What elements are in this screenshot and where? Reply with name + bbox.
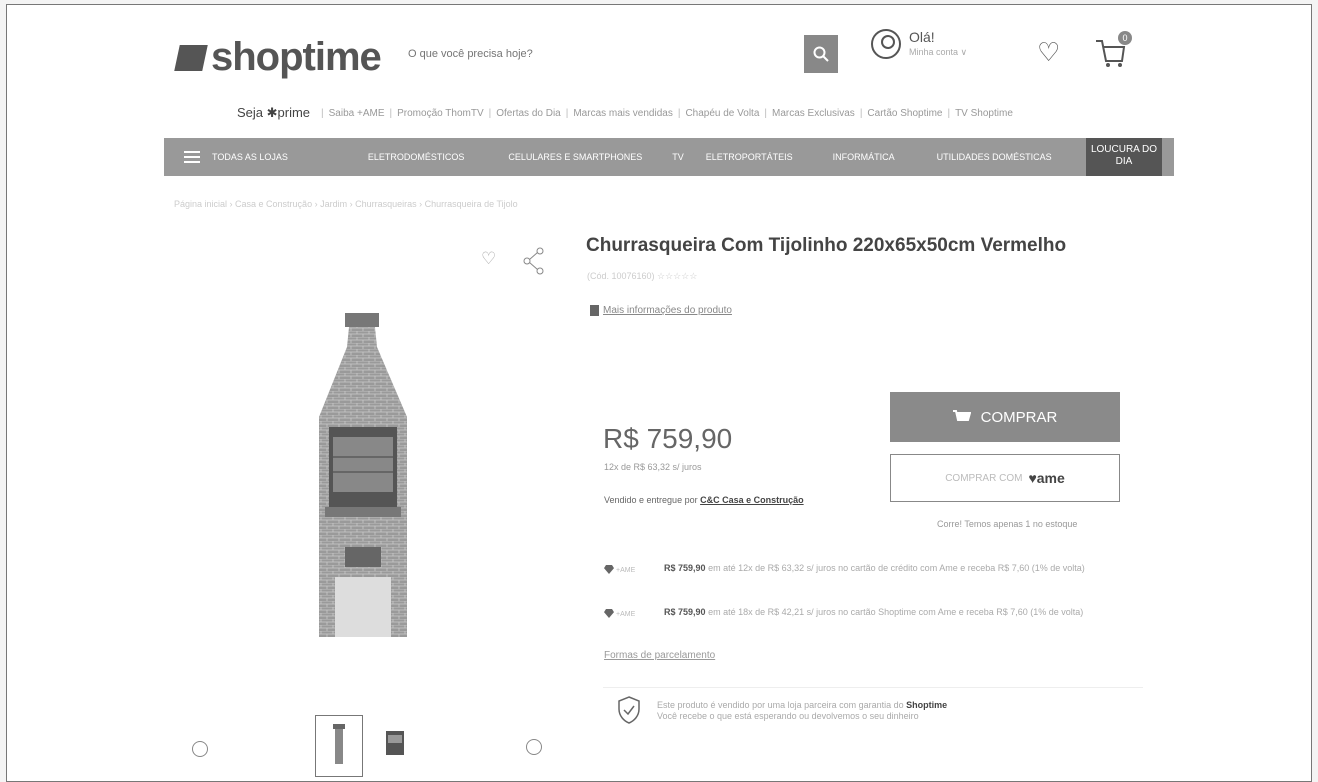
ame-logo: ♥ame [1028, 470, 1065, 486]
product-title: Churrasqueira Com Tijolinho 220x65x50cm … [586, 235, 1067, 256]
subnav-link[interactable]: Marcas Exclusivas [772, 108, 855, 119]
shoptime-logo[interactable]: shoptime [174, 35, 382, 80]
nav-all-stores[interactable]: TODAS AS LOJAS [212, 152, 288, 162]
logo-mark-icon [174, 44, 208, 71]
subnav-link[interactable]: TV Shoptime [955, 108, 1013, 119]
search-input[interactable] [400, 35, 804, 73]
subnav-link[interactable]: Ofertas do Dia [496, 108, 560, 119]
nav-housewares[interactable]: UTILIDADES DOMÉSTICAS [937, 152, 1052, 162]
search-bar [400, 35, 845, 73]
nav-appliances[interactable]: ELETRODOMÉSTICOS [368, 152, 465, 162]
account-menu[interactable]: Minha conta ∨ [909, 47, 967, 58]
subnav-link[interactable]: Promoção ThomTV [397, 108, 484, 119]
document-icon [590, 305, 599, 316]
cart-icon [952, 410, 971, 421]
product-code-rating: (Cód. 10076160) ☆☆☆☆☆ [587, 271, 698, 281]
guarantee-box: Este produto é vendido por uma loja parc… [603, 687, 1143, 737]
installments-text: 12x de R$ 63,32 s/ juros [604, 462, 702, 472]
nav-portables[interactable]: ELETROPORTÁTEIS [706, 152, 793, 162]
nav-phones[interactable]: CELULARES E SMARTPHONES [508, 152, 642, 162]
gallery-next-button[interactable] [526, 739, 542, 755]
seller-info: Vendido e entregue por C&C Casa e Constr… [604, 495, 804, 505]
page-frame: shoptime Olá! Minha conta ∨ ♡ 0 Seja ✱pr… [6, 4, 1312, 782]
subnav-link[interactable]: Cartão Shoptime [867, 108, 942, 119]
prime-link[interactable]: Seja ✱prime [237, 105, 310, 121]
product-image[interactable] [315, 307, 435, 637]
buy-button[interactable]: COMPRAR [890, 392, 1120, 442]
thumbnail-2[interactable] [372, 715, 420, 777]
seller-link[interactable]: C&C Casa e Construção [700, 495, 804, 505]
greeting: Olá! [909, 29, 935, 45]
gallery-prev-button[interactable] [192, 741, 208, 757]
search-icon [813, 46, 829, 62]
thumbnail-1[interactable] [315, 715, 363, 777]
buy-with-ame-button[interactable]: COMPRAR COM ♥ame [890, 454, 1120, 502]
daily-deal-tab[interactable]: LOUCURA DO DIA [1086, 138, 1162, 176]
ame-offer-2: +AME R$ 759,90 em até 18x de R$ 42,21 s/… [604, 607, 1144, 618]
secondary-nav: Seja ✱prime | Saiba +AME | Promoção Thom… [237, 105, 1013, 121]
breadcrumb[interactable]: Página inicial › Casa e Construção › Jar… [174, 199, 518, 209]
payment-options-link[interactable]: Formas de parcelamento [604, 650, 715, 661]
wishlist-heart-icon[interactable]: ♡ [1037, 37, 1060, 68]
shield-check-icon [618, 696, 640, 724]
share-icon[interactable] [523, 247, 545, 275]
menu-icon[interactable] [184, 151, 200, 163]
search-button[interactable] [804, 35, 838, 73]
ame-gem-icon [604, 609, 614, 618]
more-info-link[interactable]: Mais informações do produto [590, 305, 732, 316]
subnav-link[interactable]: Chapéu de Volta [685, 108, 759, 119]
nav-computing[interactable]: INFORMÁTICA [833, 152, 895, 162]
subnav-link[interactable]: Saiba +AME [329, 108, 385, 119]
category-nav: TODAS AS LOJAS ELETRODOMÉSTICOS CELULARE… [164, 138, 1174, 176]
cart-count-badge: 0 [1118, 31, 1132, 45]
ame-offer-1: +AME R$ 759,90 em até 12x de R$ 63,32 s/… [604, 563, 1144, 574]
favorite-heart-icon[interactable]: ♡ [481, 249, 496, 269]
user-account[interactable]: Olá! Minha conta ∨ [871, 29, 967, 59]
ame-gem-icon [604, 565, 614, 574]
user-icon [871, 29, 901, 59]
subnav-link[interactable]: Marcas mais vendidas [573, 108, 672, 119]
cart-button[interactable]: 0 [1094, 31, 1132, 71]
product-price: R$ 759,90 [603, 423, 733, 454]
nav-tv[interactable]: TV [672, 152, 684, 162]
stock-notice: Corre! Temos apenas 1 no estoque [937, 519, 1078, 529]
